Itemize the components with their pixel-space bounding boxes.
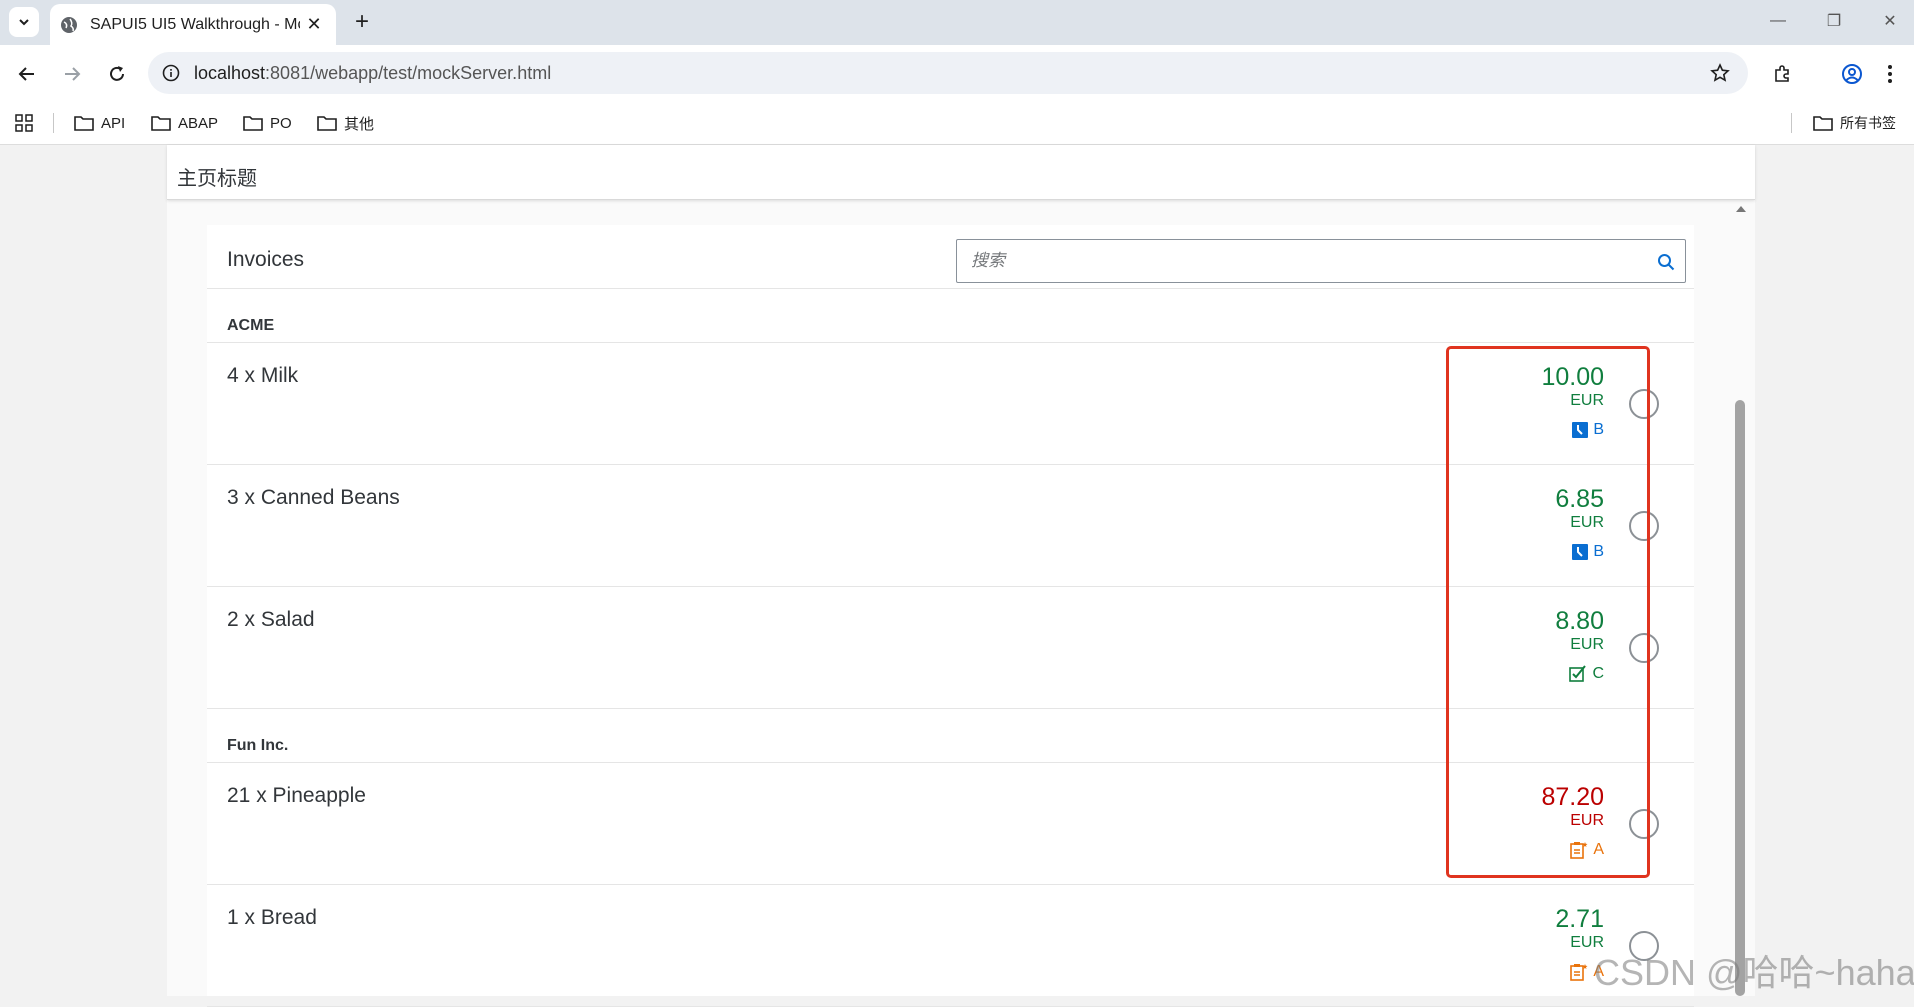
group-header: ACME xyxy=(207,289,1694,343)
bookmark-label: API xyxy=(101,114,126,132)
group-label: ACME xyxy=(227,317,275,334)
folder-icon xyxy=(243,116,263,131)
folder-icon xyxy=(1813,116,1833,131)
item-title: 4 x Milk xyxy=(227,364,299,387)
bookmark-folder-abap[interactable]: ABAP xyxy=(151,111,218,135)
back-button[interactable] xyxy=(11,58,43,90)
bookmarks-bar: API ABAP PO 其他 所有书签 xyxy=(0,102,1914,145)
all-bookmarks-label: 所有书签 xyxy=(1840,115,1896,131)
browser-tab-active[interactable]: SAPUI5 UI5 Walkthrough - Mock ✕ xyxy=(50,4,336,45)
profile-icon[interactable] xyxy=(1836,58,1868,90)
bookmark-label: ABAP xyxy=(178,114,219,132)
search-field[interactable] xyxy=(956,239,1686,283)
url-path: :8081/webapp/test/mockServer.html xyxy=(265,63,552,83)
item-title: 2 x Salad xyxy=(227,608,315,631)
tab-close-icon[interactable]: ✕ xyxy=(302,12,326,36)
bookmark-star-icon[interactable] xyxy=(1708,61,1732,85)
globe-icon xyxy=(61,16,77,33)
browser-toolbar: localhost:8081/webapp/test/mockServer.ht… xyxy=(0,45,1914,102)
page-title: 主页标题 xyxy=(177,168,257,190)
scroll-up-arrow-icon[interactable] xyxy=(1736,206,1746,212)
arrow-right-icon xyxy=(65,67,81,81)
list-header-toolbar: Invoices xyxy=(207,225,1694,289)
list-item[interactable]: 1 x Bread 2.71 EUR A xyxy=(207,885,1694,1007)
new-tab-button[interactable]: + xyxy=(348,8,376,36)
item-title: 21 x Pineapple xyxy=(227,784,366,807)
address-bar[interactable]: localhost:8081/webapp/test/mockServer.ht… xyxy=(148,52,1748,94)
bookmark-folder-other[interactable]: 其他 xyxy=(317,111,374,135)
bookmark-folder-api[interactable]: API xyxy=(74,111,125,135)
close-window-button[interactable]: ✕ xyxy=(1870,8,1910,34)
item-title: 3 x Canned Beans xyxy=(227,486,400,509)
search-icon[interactable] xyxy=(1655,251,1677,273)
list-title: Invoices xyxy=(227,248,305,271)
url-host: localhost xyxy=(194,63,266,83)
group-label: Fun Inc. xyxy=(227,737,289,754)
tab-search-dropdown[interactable] xyxy=(9,7,39,37)
page-header: 主页标题 xyxy=(167,145,1755,200)
restore-button[interactable]: ❐ xyxy=(1814,8,1854,34)
forward-button[interactable] xyxy=(56,58,88,90)
bookmark-separator xyxy=(53,113,54,133)
all-bookmarks-button[interactable]: 所有书签 xyxy=(1813,111,1896,135)
new-document-icon xyxy=(1570,964,1588,981)
bookmark-label: 其他 xyxy=(344,115,375,133)
browser-tab-bar: SAPUI5 UI5 Walkthrough - Mock ✕ + — ❐ ✕ xyxy=(0,0,1914,45)
folder-icon xyxy=(74,116,94,131)
scrollbar[interactable] xyxy=(1733,200,1747,996)
item-title: 1 x Bread xyxy=(227,906,317,929)
url-text[interactable]: localhost:8081/webapp/test/mockServer.ht… xyxy=(194,63,551,84)
site-info-icon[interactable] xyxy=(160,62,182,84)
bookmark-folder-po[interactable]: PO xyxy=(243,111,292,135)
extensions-icon[interactable] xyxy=(1766,58,1798,90)
price-value: 2.71 xyxy=(1555,905,1604,933)
scrollbar-thumb[interactable] xyxy=(1735,400,1745,996)
bookmark-label: PO xyxy=(270,114,292,132)
folder-icon xyxy=(151,116,171,131)
reload-button[interactable] xyxy=(101,58,133,90)
search-input[interactable] xyxy=(957,240,1637,282)
minimize-button[interactable]: — xyxy=(1758,8,1798,34)
bookmark-separator xyxy=(1791,113,1792,133)
annotation-highlight-box xyxy=(1446,346,1650,878)
reload-icon xyxy=(110,66,124,81)
arrow-left-icon xyxy=(18,67,34,81)
menu-kebab-icon[interactable] xyxy=(1874,58,1906,90)
chevron-down-icon xyxy=(19,19,29,26)
apps-grid-icon[interactable] xyxy=(15,111,40,135)
folder-icon xyxy=(317,116,337,131)
tab-title: SAPUI5 UI5 Walkthrough - Mock xyxy=(90,15,300,33)
watermark: CSDN @哈哈~haha xyxy=(1594,952,1914,993)
